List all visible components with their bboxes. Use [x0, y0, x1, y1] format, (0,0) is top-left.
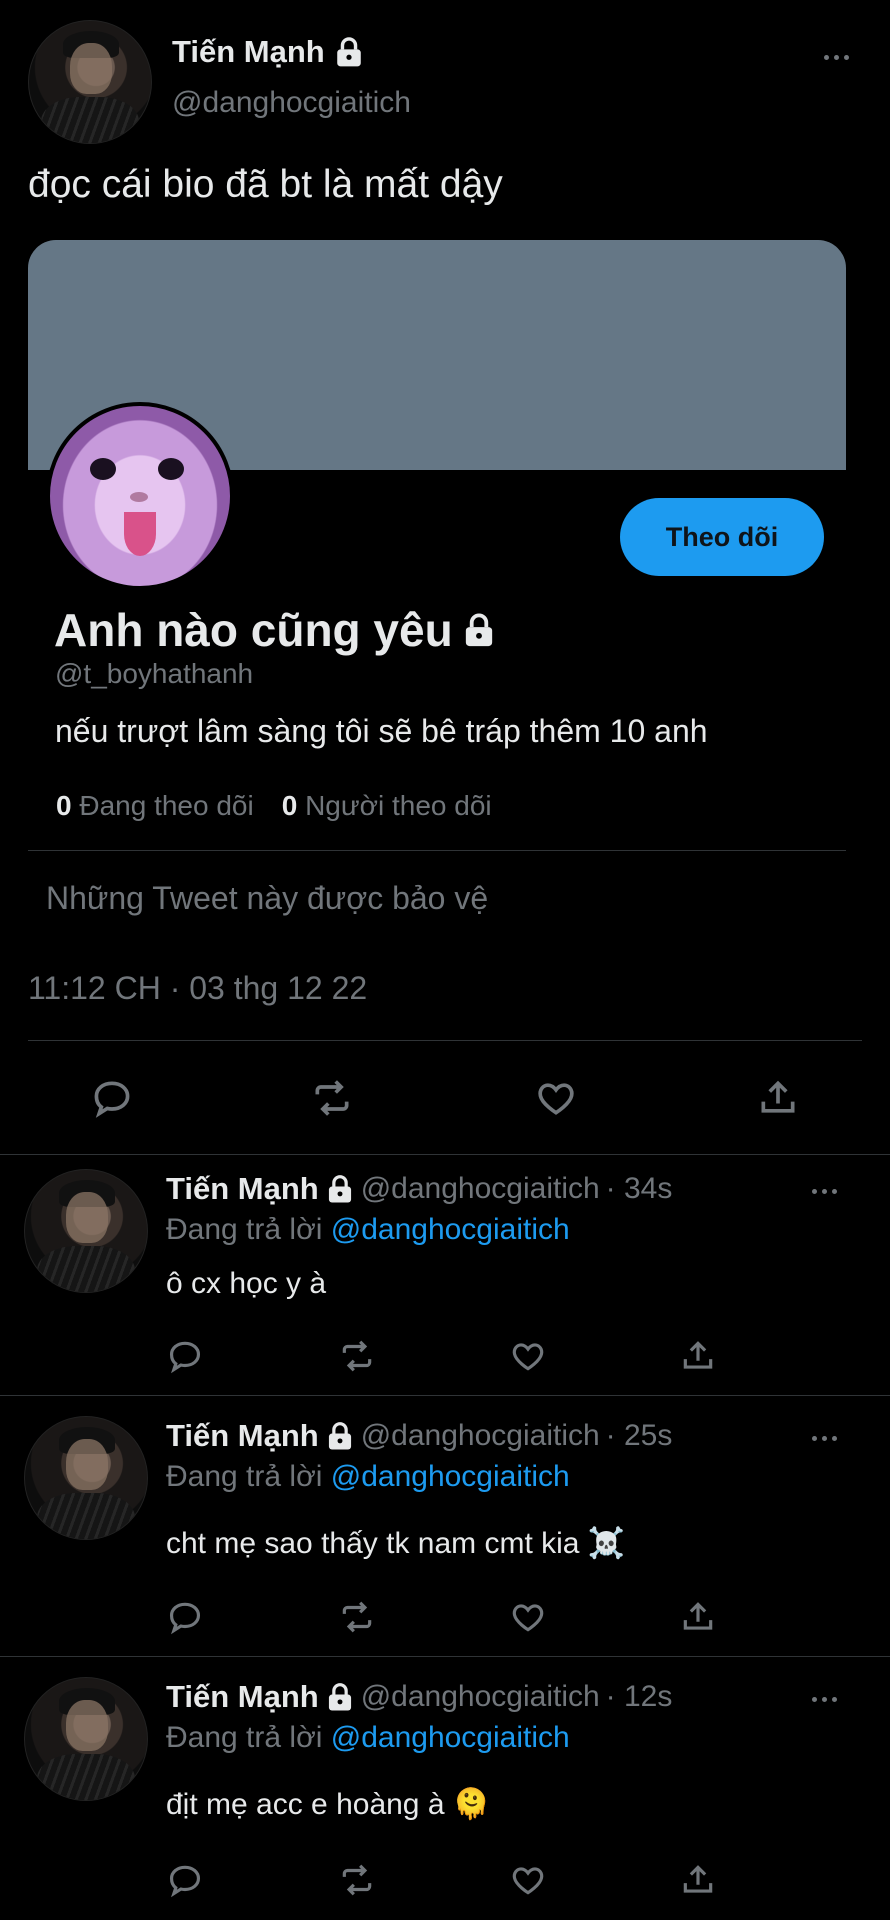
reply-avatar[interactable]: [24, 1416, 148, 1540]
replying-to: Đang trả lời @danghocgiaitich: [166, 1213, 570, 1247]
like-icon[interactable]: [528, 1070, 584, 1126]
replying-to: Đang trả lời @danghocgiaitich: [166, 1721, 570, 1755]
like-icon[interactable]: [505, 1333, 551, 1379]
profile-stats: 0 Đang theo dõi 0 Người theo dõi: [56, 790, 492, 822]
author-name-row[interactable]: Tiến Mạnh: [172, 30, 365, 74]
reply-text: ô cx học y à: [166, 1267, 327, 1300]
reply-time: · 34s: [605, 1172, 673, 1205]
retweet-icon[interactable]: [334, 1857, 380, 1903]
replying-prefix: Đang trả lời: [166, 1213, 323, 1246]
reply-icon[interactable]: [162, 1594, 208, 1640]
follow-button-label: Theo dõi: [665, 521, 779, 552]
reply-icon[interactable]: [162, 1333, 208, 1379]
replying-to-handle[interactable]: @danghocgiaitich: [331, 1213, 570, 1246]
profile-avatar[interactable]: [46, 402, 234, 590]
share-icon[interactable]: [750, 1070, 806, 1126]
replying-prefix: Đang trả lời: [166, 1460, 323, 1493]
lock-icon: [336, 37, 361, 67]
author-handle[interactable]: @danghocgiaitich: [172, 86, 411, 120]
profile-bio: nếu trượt lâm sàng tôi sẽ bê tráp thêm 1…: [55, 713, 708, 749]
reply-header: Tiến Mạnh @danghocgiaitich · 25s: [166, 1418, 672, 1454]
reply-author-handle[interactable]: @danghocgiaitich: [361, 1172, 600, 1206]
profile-name-row: Anh nào cũng yêu: [54, 600, 497, 660]
replying-to-handle[interactable]: @danghocgiaitich: [331, 1721, 570, 1754]
following-label: Đang theo dõi: [79, 790, 254, 821]
reply-text: địt mẹ acc e hoàng à 🫠: [166, 1788, 491, 1821]
lock-icon: [328, 1422, 351, 1450]
lock-icon: [328, 1175, 351, 1203]
replying-prefix: Đang trả lời: [166, 1721, 323, 1754]
like-icon[interactable]: [505, 1857, 551, 1903]
replying-to-handle[interactable]: @danghocgiaitich: [331, 1460, 570, 1493]
share-icon[interactable]: [675, 1594, 721, 1640]
reply-time: · 25s: [605, 1419, 673, 1452]
followers-count: 0: [281, 790, 298, 821]
protected-notice: Những Tweet này được bảo vệ: [46, 880, 489, 916]
tweet-text: đọc cái bio đã bt là mất dậy: [28, 163, 503, 206]
lock-icon: [328, 1683, 351, 1711]
following-stat[interactable]: 0 Đang theo dõi: [56, 790, 254, 822]
reply-time: · 12s: [605, 1680, 673, 1713]
more-icon[interactable]: [812, 1189, 837, 1194]
reply-author-handle[interactable]: @danghocgiaitich: [361, 1419, 600, 1453]
reply-text: cht mẹ sao thấy tk nam cmt kia ☠️: [166, 1527, 626, 1560]
retweet-icon[interactable]: [304, 1070, 360, 1126]
reply-icon[interactable]: [162, 1857, 208, 1903]
share-icon[interactable]: [675, 1333, 721, 1379]
reply-header: Tiến Mạnh @danghocgiaitich · 34s: [166, 1171, 672, 1207]
follow-button[interactable]: Theo dõi: [620, 498, 824, 576]
reply-author-handle[interactable]: @danghocgiaitich: [361, 1680, 600, 1714]
more-icon[interactable]: [812, 1697, 837, 1702]
reply-item[interactable]: Tiến Mạnh @danghocgiaitich · 25s Đang tr…: [0, 1396, 890, 1656]
more-icon[interactable]: [824, 55, 849, 60]
profile-name: Anh nào cũng yêu: [54, 604, 453, 656]
profile-handle: @t_boyhathanh: [55, 658, 254, 689]
reply-author-name[interactable]: Tiến Mạnh: [166, 1418, 319, 1454]
followers-label: Người theo dõi: [305, 790, 492, 821]
retweet-icon[interactable]: [334, 1594, 380, 1640]
reply-icon[interactable]: [84, 1070, 140, 1126]
reply-header: Tiến Mạnh @danghocgiaitich · 12s: [166, 1679, 672, 1715]
reply-author-name[interactable]: Tiến Mạnh: [166, 1171, 319, 1207]
reply-item[interactable]: Tiến Mạnh @danghocgiaitich · 34s Đang tr…: [0, 1155, 890, 1395]
tweet-timestamp[interactable]: 11:12 CH · 03 thg 12 22: [28, 970, 367, 1007]
following-count: 0: [56, 790, 72, 821]
retweet-icon[interactable]: [334, 1333, 380, 1379]
timestamp-divider: [28, 1040, 862, 1041]
reply-avatar[interactable]: [24, 1169, 148, 1293]
card-divider: [28, 850, 846, 851]
reply-author-name[interactable]: Tiến Mạnh: [166, 1679, 319, 1715]
reply-item[interactable]: Tiến Mạnh @danghocgiaitich · 12s Đang tr…: [0, 1657, 890, 1920]
followers-stat[interactable]: 0 Người theo dõi: [282, 790, 492, 822]
more-icon[interactable]: [812, 1436, 837, 1441]
like-icon[interactable]: [505, 1594, 551, 1640]
lock-icon: [465, 613, 492, 647]
share-icon[interactable]: [675, 1857, 721, 1903]
author-avatar[interactable]: [28, 20, 152, 144]
author-name[interactable]: Tiến Mạnh: [172, 34, 325, 70]
replying-to: Đang trả lời @danghocgiaitich: [166, 1460, 570, 1494]
reply-avatar[interactable]: [24, 1677, 148, 1801]
